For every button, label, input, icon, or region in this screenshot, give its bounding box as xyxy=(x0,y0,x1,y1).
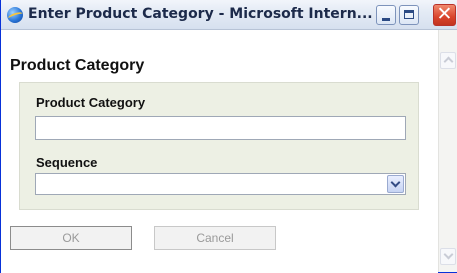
maximize-button[interactable] xyxy=(399,5,419,25)
ok-button[interactable]: OK xyxy=(10,226,132,250)
product-category-input[interactable] xyxy=(35,116,406,140)
scroll-down-arrow-icon[interactable] xyxy=(440,248,456,265)
form-panel: Product Category Sequence xyxy=(19,82,419,210)
maximize-icon xyxy=(404,10,414,19)
product-category-label: Product Category xyxy=(36,95,146,110)
sequence-select[interactable] xyxy=(35,173,406,195)
minimize-icon xyxy=(382,18,390,21)
internet-explorer-icon xyxy=(7,7,23,23)
sequence-label: Sequence xyxy=(36,155,98,170)
chevron-down-icon[interactable] xyxy=(387,175,404,193)
close-button[interactable]: ✕ xyxy=(433,3,456,26)
cancel-button[interactable]: Cancel xyxy=(154,226,276,250)
window-title: Enter Product Category - Microsoft Inter… xyxy=(28,6,373,22)
page-content: Product Category Product Category Sequen… xyxy=(1,30,438,273)
browser-popup-window: Enter Product Category - Microsoft Inter… xyxy=(0,0,457,273)
scroll-up-arrow-icon[interactable] xyxy=(440,52,456,69)
title-bar[interactable]: Enter Product Category - Microsoft Inter… xyxy=(1,0,457,30)
close-icon: ✕ xyxy=(436,3,453,25)
minimize-button[interactable] xyxy=(376,5,396,25)
vertical-scrollbar[interactable] xyxy=(438,30,457,272)
page-heading: Product Category xyxy=(10,57,145,74)
